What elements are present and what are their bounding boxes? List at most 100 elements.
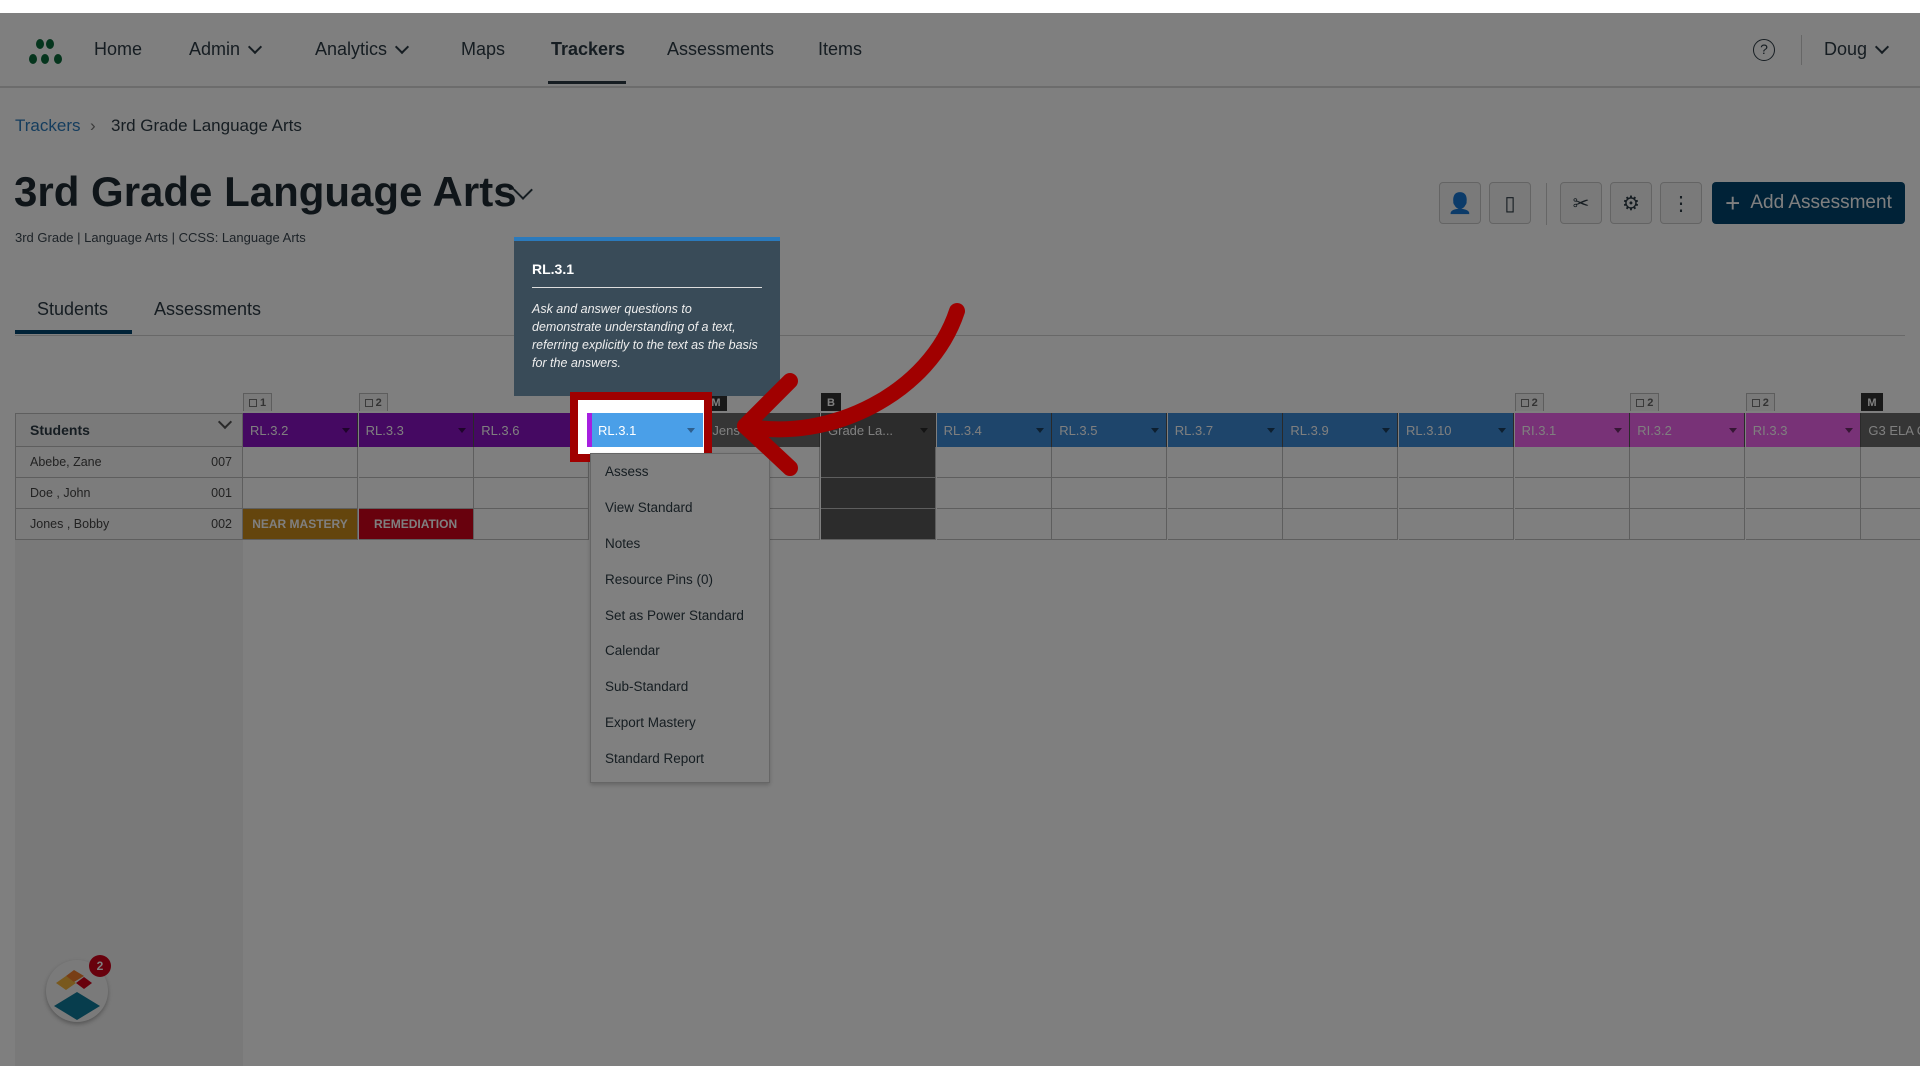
grid-cell[interactable] bbox=[1052, 478, 1168, 509]
menu-item[interactable]: Resource Pins (0) bbox=[591, 561, 769, 597]
add-assessment-button[interactable]: + Add Assessment bbox=[1712, 182, 1905, 224]
column-header[interactable]: RL.3.3 bbox=[358, 413, 474, 447]
column-header[interactable]: RI.3.3 bbox=[1745, 413, 1861, 447]
grid-cell[interactable] bbox=[1283, 478, 1399, 509]
grid-cell[interactable] bbox=[1861, 478, 1920, 509]
nav-assessments[interactable]: Assessments bbox=[667, 39, 774, 60]
checkbox-icon[interactable] bbox=[1636, 398, 1645, 407]
caret-down-icon[interactable] bbox=[1266, 428, 1275, 433]
user-menu[interactable]: Doug bbox=[1824, 39, 1890, 60]
grid-cell[interactable] bbox=[1399, 478, 1514, 509]
column-header[interactable]: RL.3.10 bbox=[1399, 413, 1514, 447]
grid-cell[interactable] bbox=[358, 447, 474, 478]
tab-students[interactable]: Students bbox=[37, 299, 108, 320]
grid-cell[interactable] bbox=[243, 478, 358, 509]
nav-admin[interactable]: Admin bbox=[189, 39, 263, 60]
help-icon[interactable]: ? bbox=[1753, 39, 1775, 61]
grid-cell[interactable] bbox=[1399, 509, 1514, 540]
grid-cell[interactable] bbox=[474, 509, 590, 540]
grid-cell[interactable] bbox=[1283, 447, 1399, 478]
nav-analytics[interactable]: Analytics bbox=[315, 39, 410, 60]
grid-cell[interactable] bbox=[1052, 509, 1168, 540]
column-header[interactable]: Jens ... bbox=[705, 413, 821, 447]
nav-maps[interactable]: Maps bbox=[461, 39, 505, 60]
grid-cell[interactable] bbox=[1745, 478, 1861, 509]
grid-cell[interactable] bbox=[1630, 478, 1746, 509]
grid-cell[interactable] bbox=[821, 478, 936, 509]
grid-cell[interactable] bbox=[1630, 509, 1746, 540]
caret-down-icon[interactable] bbox=[1382, 428, 1391, 433]
caret-down-icon[interactable] bbox=[804, 428, 813, 433]
mastery-badge[interactable]: REMEDIATION bbox=[358, 509, 474, 540]
column-header[interactable]: RI.3.2 bbox=[1630, 413, 1746, 447]
nav-trackers[interactable]: Trackers bbox=[551, 39, 625, 60]
student-row[interactable]: Jones , Bobby 002 bbox=[15, 509, 243, 540]
column-header[interactable]: Grade La... bbox=[821, 413, 936, 447]
mastery-badge[interactable]: NEAR MASTERY bbox=[243, 509, 358, 540]
grid-cell[interactable] bbox=[1052, 447, 1168, 478]
checkbox-icon[interactable] bbox=[1520, 398, 1529, 407]
menu-item[interactable]: Sub-Standard bbox=[591, 669, 769, 705]
notebook-button[interactable]: ▯ bbox=[1489, 182, 1531, 224]
grid-cell[interactable] bbox=[821, 447, 936, 478]
column-header[interactable]: RL.3.7 bbox=[1167, 413, 1283, 447]
grid-cell[interactable] bbox=[1283, 509, 1399, 540]
caret-down-icon[interactable] bbox=[1613, 428, 1622, 433]
column-header[interactable]: RL.3.9 bbox=[1283, 413, 1399, 447]
column-header[interactable]: RL.3.4 bbox=[936, 413, 1052, 447]
grid-cell[interactable] bbox=[1745, 447, 1861, 478]
grid-cell[interactable] bbox=[1167, 478, 1283, 509]
grid-cell[interactable] bbox=[1167, 509, 1283, 540]
caret-down-icon[interactable] bbox=[920, 428, 928, 433]
student-row[interactable]: Abebe, Zane 007 bbox=[15, 447, 243, 478]
caret-down-icon[interactable] bbox=[1729, 428, 1738, 433]
menu-item[interactable]: View Standard bbox=[591, 490, 769, 526]
settings-button[interactable]: ⚙ bbox=[1610, 182, 1652, 224]
more-button[interactable]: ⋮ bbox=[1660, 182, 1702, 224]
grid-cell[interactable] bbox=[243, 447, 358, 478]
grid-cell[interactable] bbox=[1399, 447, 1514, 478]
caret-down-icon[interactable] bbox=[1498, 428, 1506, 433]
caret-down-icon[interactable] bbox=[1151, 428, 1160, 433]
student-row[interactable]: Doe , John 001 bbox=[15, 478, 243, 509]
column-header[interactable]: RL.3.5 bbox=[1052, 413, 1168, 447]
nav-items[interactable]: Items bbox=[818, 39, 862, 60]
caret-down-icon[interactable] bbox=[1035, 428, 1044, 433]
caret-down-icon[interactable] bbox=[342, 428, 350, 433]
grid-cell[interactable] bbox=[936, 447, 1052, 478]
grid-cell[interactable] bbox=[936, 478, 1052, 509]
breadcrumb-trackers[interactable]: Trackers bbox=[15, 116, 81, 136]
students-header[interactable]: Students bbox=[15, 413, 243, 447]
menu-item[interactable]: Set as Power Standard bbox=[591, 597, 769, 633]
grid-cell[interactable] bbox=[1514, 447, 1630, 478]
caret-down-icon[interactable] bbox=[1844, 428, 1853, 433]
grid-cell[interactable] bbox=[821, 509, 936, 540]
menu-item[interactable]: Standard Report bbox=[591, 740, 769, 776]
tools-button[interactable]: ✂ bbox=[1560, 182, 1602, 224]
tab-assessments[interactable]: Assessments bbox=[154, 299, 261, 320]
grid-cell[interactable] bbox=[474, 478, 590, 509]
grid-cell[interactable] bbox=[1514, 478, 1630, 509]
grid-cell[interactable] bbox=[1861, 509, 1920, 540]
chevron-down-icon[interactable] bbox=[217, 414, 233, 430]
column-header[interactable]: RL.3.2 bbox=[243, 413, 358, 447]
column-header[interactable]: RI.3.1 bbox=[1514, 413, 1630, 447]
grid-cell[interactable] bbox=[1630, 447, 1746, 478]
checkbox-icon[interactable] bbox=[1751, 398, 1760, 407]
column-header[interactable]: G3 ELA C bbox=[1861, 413, 1920, 447]
nav-home[interactable]: Home bbox=[94, 39, 142, 60]
logo-icon[interactable] bbox=[26, 37, 70, 67]
menu-item[interactable]: Notes bbox=[591, 526, 769, 562]
grid-cell[interactable] bbox=[1167, 447, 1283, 478]
grid-cell[interactable] bbox=[1861, 447, 1920, 478]
checkbox-icon[interactable] bbox=[364, 398, 373, 407]
student-view-button[interactable]: 👤 bbox=[1439, 182, 1481, 224]
menu-item[interactable]: Calendar bbox=[591, 633, 769, 669]
menu-item[interactable]: Assess bbox=[591, 454, 769, 490]
grid-cell[interactable] bbox=[358, 478, 474, 509]
checkbox-icon[interactable] bbox=[249, 398, 257, 407]
caret-down-icon[interactable] bbox=[457, 428, 466, 433]
menu-item[interactable]: Export Mastery bbox=[591, 705, 769, 741]
grid-cell[interactable] bbox=[1745, 509, 1861, 540]
grid-cell[interactable] bbox=[1514, 509, 1630, 540]
